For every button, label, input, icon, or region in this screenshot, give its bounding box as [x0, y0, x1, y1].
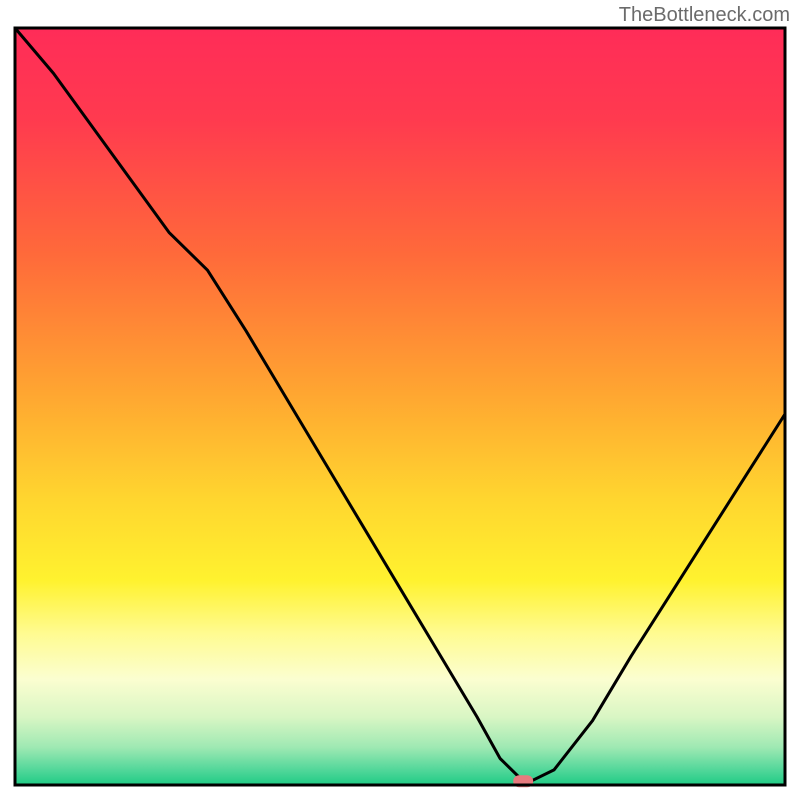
- chart-background: [15, 28, 785, 785]
- bottleneck-chart: [0, 0, 800, 800]
- chart-container: TheBottleneck.com: [0, 0, 800, 800]
- watermark-text: TheBottleneck.com: [619, 4, 790, 27]
